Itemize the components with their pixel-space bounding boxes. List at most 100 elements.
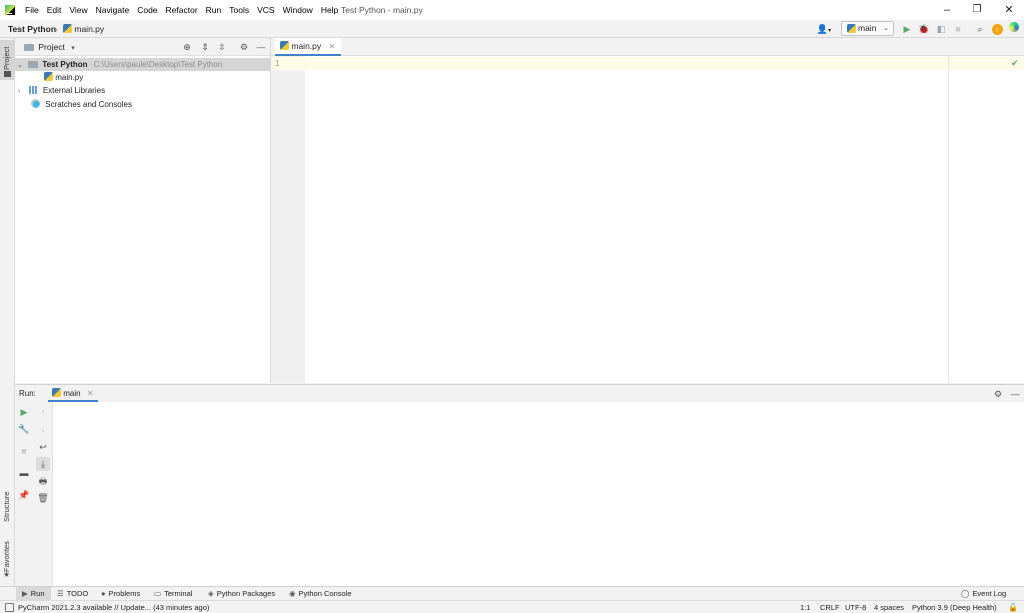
main-menu: File Edit View Navigate Code Refactor Ru… [21, 0, 342, 20]
run-panel-label: Run: [19, 389, 36, 398]
tab-main-py[interactable]: main.py ✕ [275, 38, 342, 56]
run-icon[interactable]: ▶ [900, 22, 914, 36]
chevron-down-icon: ▾ [71, 45, 75, 52]
status-line-separator[interactable]: CRLF [820, 601, 840, 613]
pin-icon[interactable]: 📌 [17, 488, 31, 502]
chevron-down-icon: ⌄ [883, 25, 889, 32]
menu-refactor[interactable]: Refactor [162, 0, 202, 20]
update-icon[interactable]: ↑ [990, 22, 1004, 36]
python-config-icon [52, 388, 61, 397]
menu-edit[interactable]: Edit [43, 0, 66, 20]
tab-structure-stripe[interactable]: Structure [0, 484, 15, 526]
current-line-highlight[interactable] [271, 57, 1024, 70]
arrow-down-icon[interactable]: ↓ [36, 422, 50, 436]
rerun-icon[interactable]: ▶ [17, 405, 31, 419]
user-icon[interactable]: 👤▾ [815, 22, 833, 36]
status-toggle-icon[interactable] [5, 603, 14, 612]
status-message[interactable]: PyCharm 2021.2.3 available // Update... … [18, 601, 209, 613]
info-icon: ● [101, 589, 106, 598]
folder-icon [28, 61, 39, 68]
close-button[interactable]: ✕ [994, 0, 1024, 20]
gear-icon[interactable]: ⚙ [991, 387, 1005, 401]
menu-navigate[interactable]: Navigate [92, 0, 134, 20]
structure-stripe-label: Structure [2, 491, 11, 522]
status-position[interactable]: 1:1 [800, 601, 810, 613]
tab-problems[interactable]: ● Problems [101, 587, 140, 601]
plugin-icon[interactable] [1007, 22, 1021, 36]
menu-run[interactable]: Run [202, 0, 226, 20]
tree-file-label: main.py [55, 73, 84, 82]
breadcrumb-project[interactable]: Test Python [8, 20, 56, 38]
navigation-bar: Test Python › main.py 👤▾ main ⌄ ▶ 🐞 ◧ ■ … [0, 20, 1024, 38]
restore-button[interactable]: ❐ [962, 0, 992, 20]
tab-terminal[interactable]: ▭ Terminal [154, 587, 192, 601]
close-icon[interactable]: ✕ [87, 389, 94, 398]
tab-favorites-stripe[interactable]: Favorites ★ [0, 536, 15, 580]
menu-view[interactable]: View [65, 0, 91, 20]
run-toolbar-primary: ▶ 🔧 ■ ▬ 📌 [15, 402, 34, 587]
tab-python-packages[interactable]: ◈ Python Packages [208, 587, 275, 601]
layout-icon[interactable]: ▬ [17, 466, 31, 480]
hide-icon[interactable]: — [1008, 387, 1022, 401]
event-log-label: Event Log [972, 589, 1007, 598]
project-panel-title: Project [38, 42, 65, 52]
run-config-select[interactable]: main ⌄ [841, 21, 894, 36]
project-view-select[interactable]: Project ▾ [24, 38, 75, 58]
tree-row-scratches[interactable]: Scratches and Consoles [15, 98, 271, 111]
lock-icon[interactable]: 🔓 [1008, 601, 1018, 613]
window-title: Test Python - main.py [341, 5, 423, 15]
gear-icon[interactable]: ⚙ [237, 40, 251, 54]
status-indent[interactable]: 4 spaces [874, 601, 904, 613]
close-icon[interactable]: ✕ [329, 42, 336, 51]
menu-window[interactable]: Window [279, 0, 317, 20]
tab-event-log[interactable]: ◯ Event Log [961, 587, 1006, 601]
tree-row-main-py[interactable]: main.py [15, 71, 271, 84]
list-icon: ☰ [57, 589, 64, 598]
python-file-icon [280, 41, 289, 50]
check-icon[interactable]: ✔ [1011, 58, 1019, 69]
stop-icon[interactable]: ■ [17, 444, 31, 458]
tab-todo[interactable]: ☰ TODO [57, 587, 88, 601]
tab-python-console[interactable]: ◉ Python Console [289, 587, 352, 601]
trash-icon[interactable]: 🗑 [36, 491, 50, 505]
coverage-icon[interactable]: ◧ [934, 22, 948, 36]
tab-project-stripe[interactable]: Project [0, 40, 15, 80]
editor-tabs: main.py ✕ [271, 38, 1024, 56]
problems-label: Problems [108, 589, 141, 598]
collapse-all-icon[interactable]: ⇳ [215, 40, 229, 54]
tab-run-bottom[interactable]: ▶ Run [16, 587, 51, 601]
print-icon[interactable]: 🖶 [36, 474, 50, 488]
status-interpreter[interactable]: Python 3.9 (Deep Health) [912, 601, 997, 613]
favorites-stripe-label: Favorites [2, 541, 11, 572]
folder-icon [4, 71, 11, 77]
debug-icon[interactable]: 🐞 [917, 22, 931, 36]
minimize-button[interactable]: – [932, 0, 962, 20]
expand-all-icon[interactable]: ⇕ [198, 40, 212, 54]
run-toolbar-secondary: ↑ ↓ ↩ ⤓ 🖶 🗑 [34, 402, 53, 587]
menu-vcs[interactable]: VCS [253, 0, 278, 20]
locate-icon[interactable]: ⊕ [180, 40, 194, 54]
scroll-to-end-icon[interactable]: ⤓ [36, 457, 50, 471]
arrow-up-icon[interactable]: ↑ [36, 405, 50, 419]
stop-icon[interactable]: ■ [951, 22, 965, 36]
run-tab-main[interactable]: main ✕ [48, 385, 98, 402]
tree-row-root[interactable]: ⌄ Test Python C:\Users\paule\Desktop\Tes… [15, 58, 271, 71]
tree-row-external-libraries[interactable]: › External Libraries [15, 84, 271, 97]
python-file-icon [44, 72, 53, 81]
breadcrumb-file[interactable]: main.py [63, 20, 104, 38]
menu-tools[interactable]: Tools [225, 0, 253, 20]
hide-icon[interactable]: — [254, 40, 268, 54]
run-panel-header: Run: main ✕ ⚙ — [15, 385, 1024, 402]
menu-file[interactable]: File [21, 0, 43, 20]
menu-help[interactable]: Help [317, 0, 342, 20]
wrench-icon[interactable]: 🔧 [17, 422, 31, 436]
status-encoding[interactable]: UTF-8 [845, 601, 866, 613]
search-icon[interactable]: ⌕ [973, 22, 987, 36]
terminal-icon: ▭ [154, 589, 162, 598]
pycharm-logo-icon [5, 5, 15, 15]
star-icon: ★ [3, 570, 11, 579]
menu-code[interactable]: Code [133, 0, 161, 20]
project-panel-header: Project ▾ ⊕ ⇕ ⇳ ⚙ — [15, 38, 270, 56]
soft-wrap-icon[interactable]: ↩ [36, 440, 50, 454]
library-icon [28, 86, 38, 94]
